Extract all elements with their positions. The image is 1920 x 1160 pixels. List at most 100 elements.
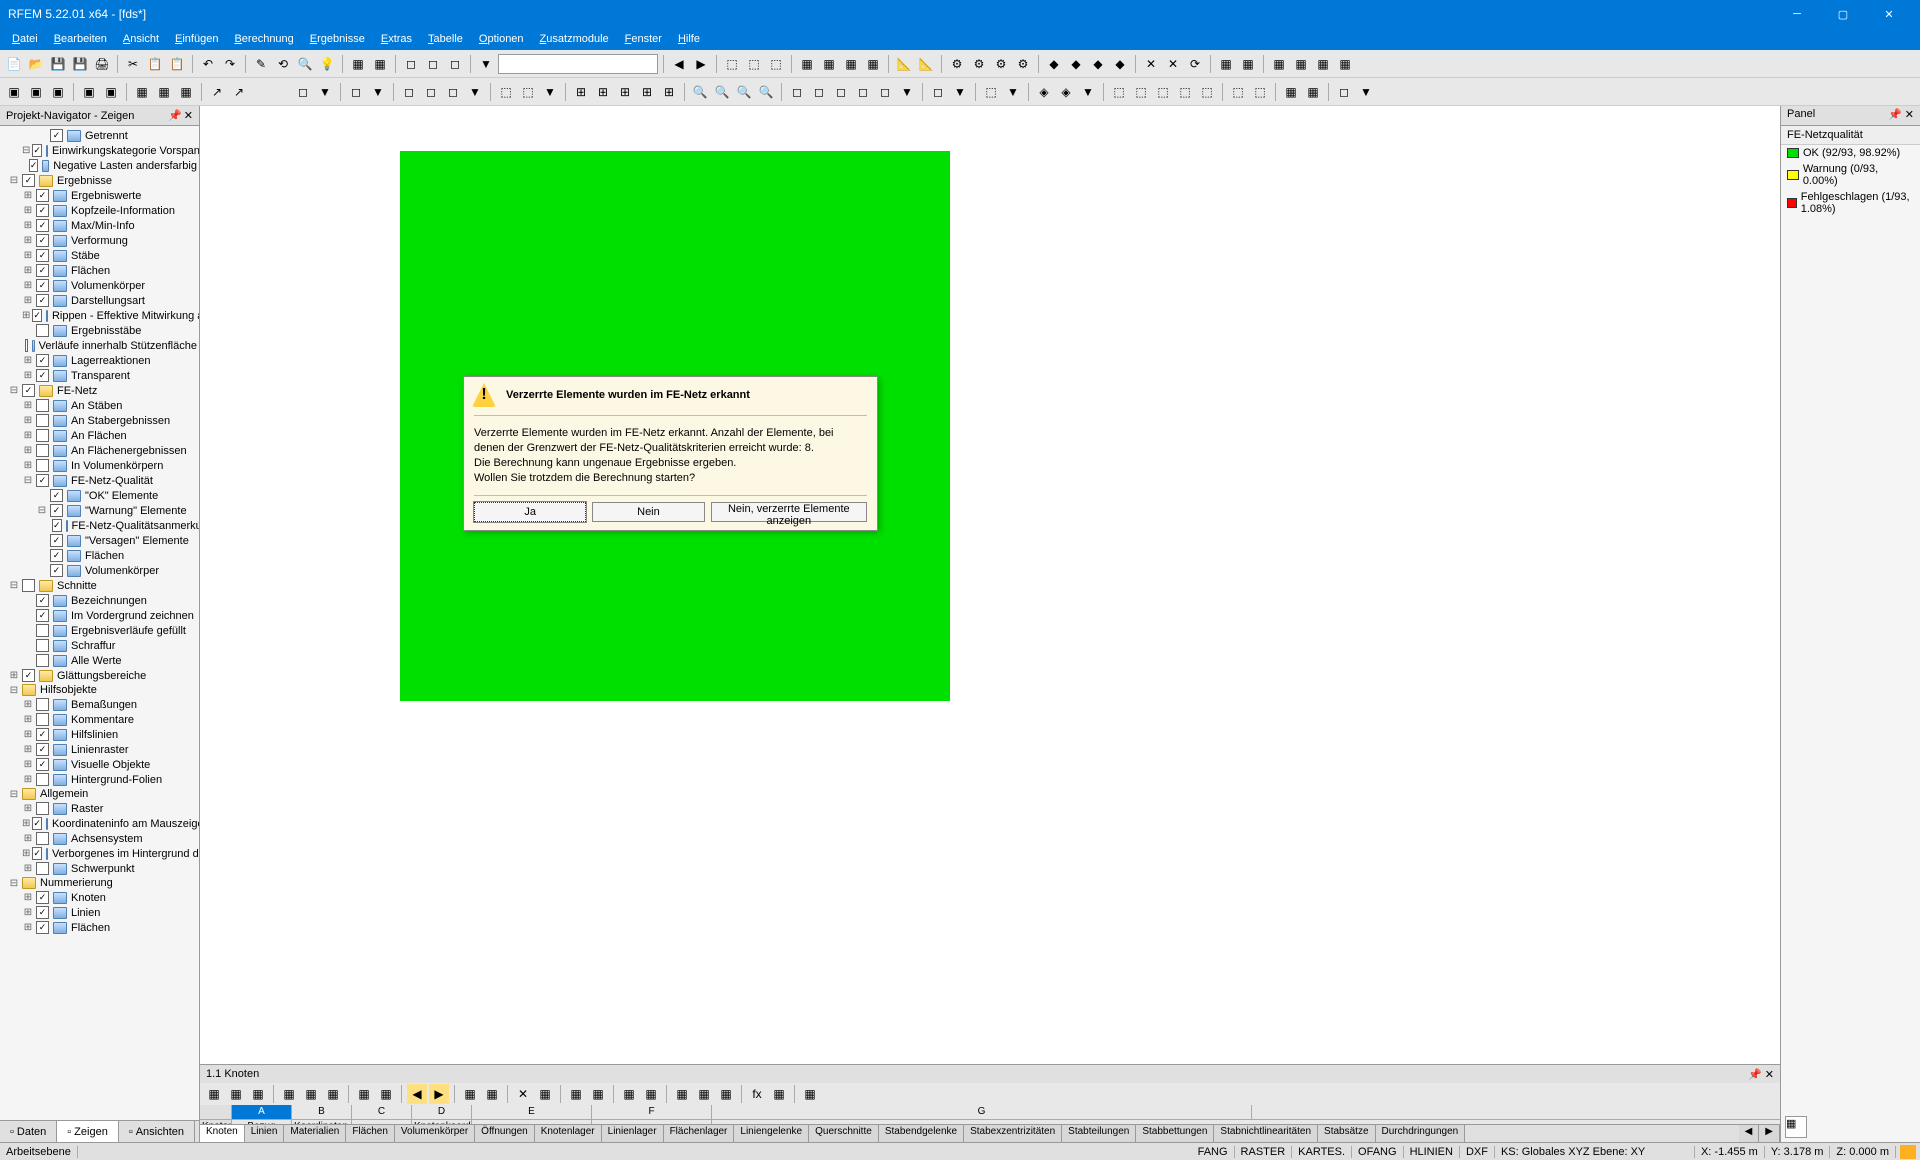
close-icon[interactable]: ✕ — [1905, 109, 1914, 121]
grid-col-header[interactable]: E — [472, 1105, 592, 1119]
tree-checkbox[interactable] — [36, 294, 49, 307]
maximize-button[interactable]: ▢ — [1820, 0, 1866, 28]
expand-icon[interactable]: ⊞ — [22, 714, 34, 725]
table-tab[interactable]: Knoten — [200, 1125, 245, 1142]
tree-item[interactable]: ⊟Ergebnisse — [2, 173, 197, 188]
tree-item[interactable]: ⊞Transparent — [2, 368, 197, 383]
table-tab[interactable]: Stabendgelenke — [879, 1125, 964, 1142]
expand-icon[interactable]: ⊞ — [22, 415, 34, 426]
tool-icon[interactable]: ⚙ — [1013, 54, 1033, 74]
tree-item[interactable]: ⊟"Warnung" Elemente — [2, 503, 197, 518]
tool-icon[interactable]: ◻ — [831, 82, 851, 102]
tool-icon[interactable]: ◻ — [928, 82, 948, 102]
tool-icon[interactable]: 🔍 — [756, 82, 776, 102]
table-tool-icon[interactable]: ▦ — [588, 1084, 608, 1104]
tree-checkbox[interactable] — [50, 549, 63, 562]
table-tool-icon[interactable]: ▦ — [800, 1084, 820, 1104]
tool-icon[interactable]: ⬚ — [1153, 82, 1173, 102]
tree-item[interactable]: ⊞Flächen — [2, 263, 197, 278]
table-tool-icon[interactable]: ▦ — [769, 1084, 789, 1104]
table-tab[interactable]: Liniengelenke — [734, 1125, 809, 1142]
tree-checkbox[interactable] — [32, 309, 42, 322]
tree-checkbox[interactable] — [22, 174, 35, 187]
tool-icon[interactable]: ◻ — [1334, 82, 1354, 102]
tree-item[interactable]: ⊞Max/Min-Info — [2, 218, 197, 233]
tool-icon[interactable]: ▼ — [315, 82, 335, 102]
paste-icon[interactable]: 📋 — [167, 54, 187, 74]
grid-col-header[interactable]: G — [712, 1105, 1252, 1119]
grid-subcol-header[interactable]: Knotenkoordinaten — [412, 1120, 472, 1124]
tree-item[interactable]: ⊞Raster — [2, 801, 197, 816]
tree-checkbox[interactable] — [52, 519, 62, 532]
tree-item[interactable]: Flächen — [2, 548, 197, 563]
tree-item[interactable]: ⊞An Flächenergebnissen — [2, 443, 197, 458]
tree-checkbox[interactable] — [36, 832, 49, 845]
tree-item[interactable]: ⊞An Stabergebnissen — [2, 413, 197, 428]
status-toggle-dxf[interactable]: DXF — [1460, 1146, 1495, 1158]
tool-icon[interactable]: ◆ — [1044, 54, 1064, 74]
tool-icon[interactable]: ▦ — [370, 54, 390, 74]
collapse-icon[interactable]: ⊟ — [22, 145, 30, 156]
tree-item[interactable]: ⊞Volumenkörper — [2, 278, 197, 293]
tool-icon[interactable]: ▦ — [797, 54, 817, 74]
nav-prev-icon[interactable]: ▶ — [691, 54, 711, 74]
tool-icon[interactable]: 🔍 — [690, 82, 710, 102]
grid-col-header[interactable]: B — [292, 1105, 352, 1119]
tree-item[interactable]: ⊞Stäbe — [2, 248, 197, 263]
tool-icon[interactable]: ⚙ — [947, 54, 967, 74]
grid-col-header[interactable]: A — [232, 1105, 292, 1119]
close-icon[interactable]: ✕ — [184, 109, 193, 122]
tree-item[interactable]: ⊟Einwirkungskategorie Vorspannu — [2, 143, 197, 158]
tool-icon[interactable]: ◻ — [443, 82, 463, 102]
tool-icon[interactable]: ⊞ — [659, 82, 679, 102]
expand-icon[interactable]: ⊞ — [22, 295, 34, 306]
table-tab[interactable]: Querschnitte — [809, 1125, 879, 1142]
status-toggle-hlinien[interactable]: HLINIEN — [1404, 1146, 1460, 1158]
tool-icon[interactable]: ◻ — [809, 82, 829, 102]
status-toggle-ofang[interactable]: OFANG — [1352, 1146, 1404, 1158]
tree-checkbox[interactable] — [36, 219, 49, 232]
tree-item[interactable]: ⊞Flächen — [2, 920, 197, 935]
tree-checkbox[interactable] — [36, 414, 49, 427]
tree-item[interactable]: ⊟Nummerierung — [2, 876, 197, 890]
close-button[interactable]: ✕ — [1866, 0, 1912, 28]
grid-subcol-header[interactable]: Koordinaten- — [292, 1120, 352, 1124]
expand-icon[interactable]: ⊞ — [22, 250, 34, 261]
tool-icon[interactable]: ▦ — [1303, 82, 1323, 102]
tool-icon[interactable]: ⬚ — [1228, 82, 1248, 102]
tree-item[interactable]: ⊞Ergebniswerte — [2, 188, 197, 203]
tool-icon[interactable]: ▣ — [101, 82, 121, 102]
table-tab[interactable]: Linien — [245, 1125, 285, 1142]
tree-checkbox[interactable] — [29, 159, 39, 172]
dialog-yes-button[interactable]: Ja — [474, 502, 586, 522]
tool-icon[interactable]: ▦ — [132, 82, 152, 102]
table-tool-icon[interactable]: ✕ — [513, 1084, 533, 1104]
tree-item[interactable]: Bezeichnungen — [2, 593, 197, 608]
table-tab[interactable]: Stabteilungen — [1062, 1125, 1136, 1142]
tool-icon[interactable]: ▦ — [176, 82, 196, 102]
expand-icon[interactable]: ⊞ — [22, 280, 34, 291]
expand-icon[interactable]: ⊞ — [22, 818, 30, 829]
grid-subcol-header[interactable] — [472, 1120, 592, 1124]
tree-item[interactable]: Ergebnisverläufe gefüllt — [2, 623, 197, 638]
tree-checkbox[interactable] — [50, 489, 63, 502]
expand-icon[interactable]: ⊞ — [22, 833, 34, 844]
tree-checkbox[interactable] — [36, 713, 49, 726]
tool-icon[interactable]: ⟳ — [1185, 54, 1205, 74]
expand-icon[interactable]: ⊞ — [22, 205, 34, 216]
tree-item[interactable]: ⊞Achsensystem — [2, 831, 197, 846]
tool-icon[interactable]: ◻ — [445, 54, 465, 74]
tree-item[interactable]: ⊞Linien — [2, 905, 197, 920]
tool-icon[interactable]: 📐 — [916, 54, 936, 74]
tool-icon[interactable]: ⚙ — [991, 54, 1011, 74]
tree-item[interactable]: FE-Netz-Qualitätsanmerku — [2, 518, 197, 533]
tree-item[interactable]: ⊞Visuelle Objekte — [2, 757, 197, 772]
tree-item[interactable]: ⊞Hilfslinien — [2, 727, 197, 742]
open-icon[interactable]: 📂 — [26, 54, 46, 74]
grid-col-header[interactable]: F — [592, 1105, 712, 1119]
table-tool-icon[interactable]: ▦ — [460, 1084, 480, 1104]
tree-checkbox[interactable] — [50, 534, 63, 547]
tree-item[interactable]: ⊞Koordinateninfo am Mauszeiger — [2, 816, 197, 831]
tool-icon[interactable]: ▼ — [540, 82, 560, 102]
tree-checkbox[interactable] — [36, 459, 49, 472]
